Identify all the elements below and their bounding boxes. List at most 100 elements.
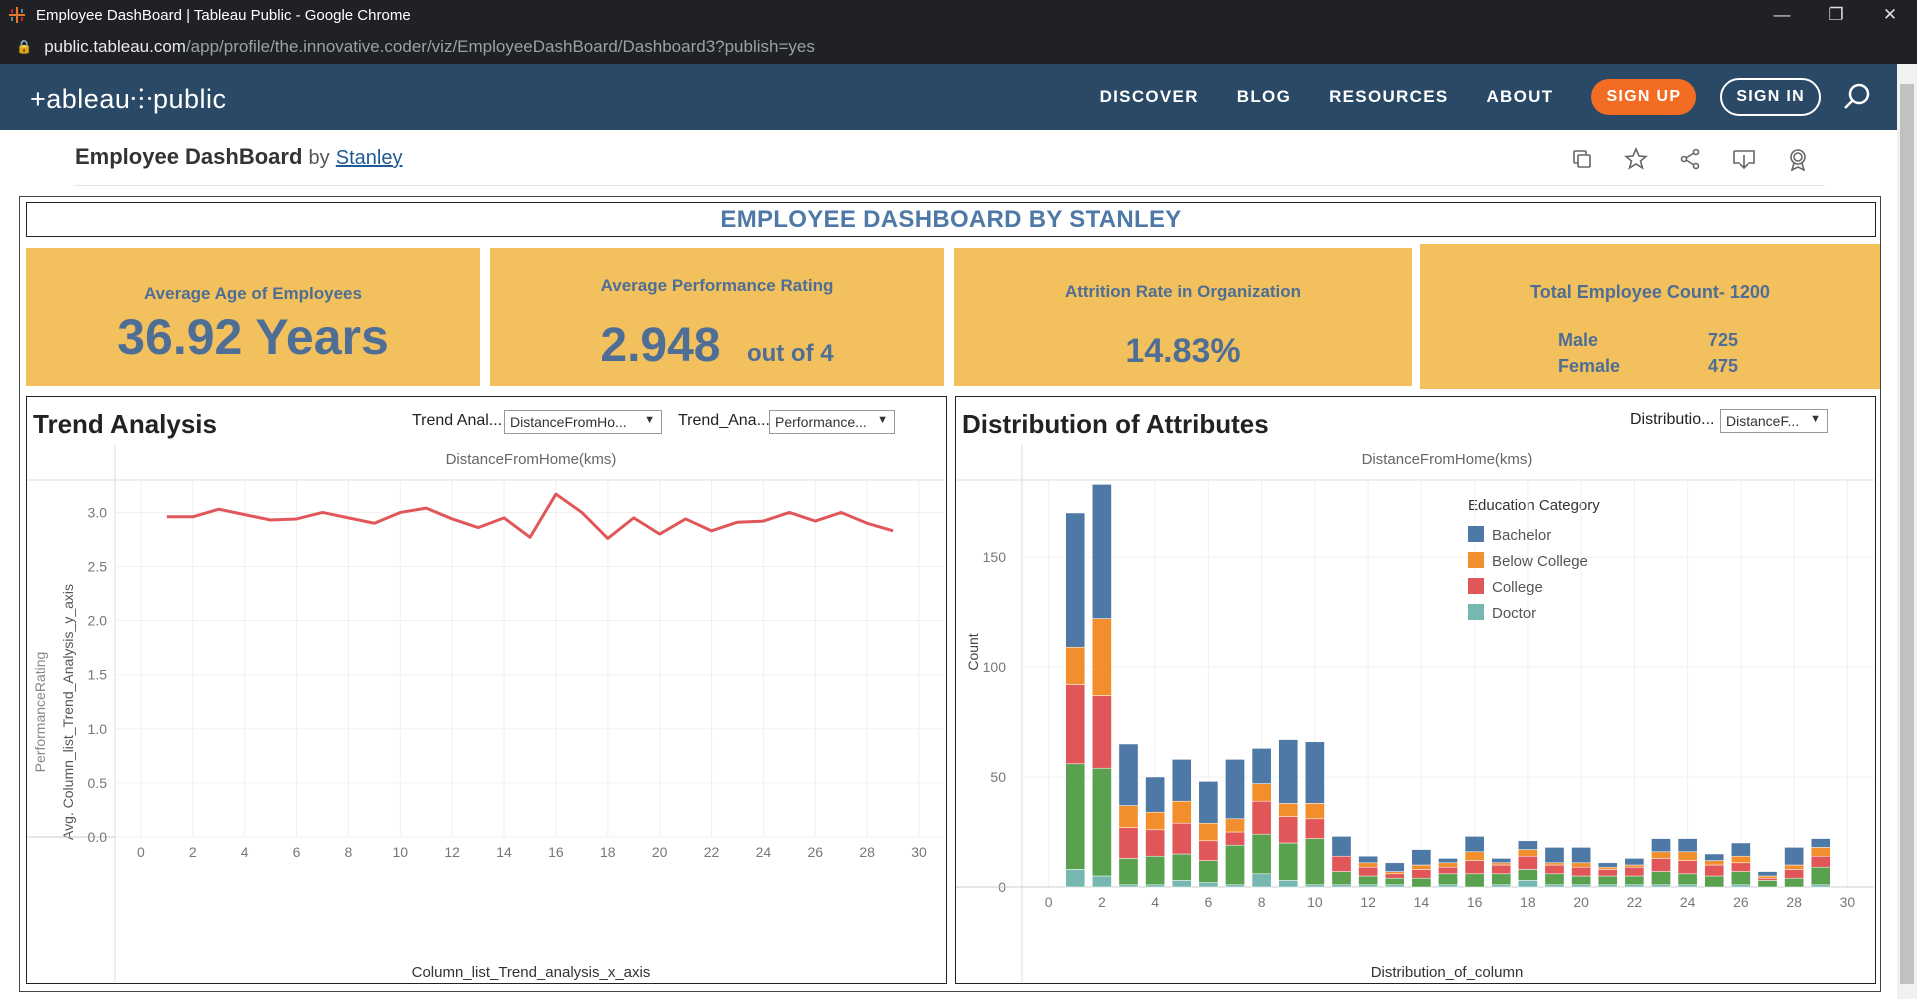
dist-bar-segment (1438, 862, 1458, 868)
dist-bar-segment (1624, 858, 1645, 866)
dist-bar-segment (1331, 884, 1352, 888)
dist-bar-segment (1411, 849, 1432, 866)
dist-legend-label: Bachelor (1492, 527, 1551, 544)
dist-bar-segment (1225, 818, 1245, 833)
trend-x-tick-label: 28 (859, 844, 875, 860)
close-button[interactable]: ✕ (1863, 0, 1917, 30)
kpi-male-value: 725 (1708, 330, 1739, 350)
nav-blog[interactable]: BLOG (1237, 87, 1291, 107)
dist-bar-segment (1544, 862, 1565, 866)
trend-x-tick-label: 4 (241, 844, 249, 860)
dist-bar-segment (1145, 811, 1165, 831)
dist-bar-segment (1384, 877, 1405, 886)
viz-author-link[interactable]: Stanley (336, 147, 403, 169)
kpi-perf-label: Average Performance Rating (600, 276, 834, 295)
trend-y-dropdown[interactable]: Performance... ▼ (769, 410, 895, 434)
nav-about[interactable]: ABOUT (1486, 87, 1553, 107)
address-bar[interactable]: 🔒 public.tableau.com /app/profile/the.in… (0, 30, 1917, 64)
dist-bar-segment (1118, 884, 1139, 888)
viz-title: Employee DashBoard (75, 144, 303, 169)
sign-in-button[interactable]: SIGN IN (1720, 78, 1821, 116)
dist-bar-segment (1331, 836, 1352, 857)
trend-chart-header: DistanceFromHome(kms) (446, 451, 617, 468)
badge-icon[interactable] (1771, 144, 1825, 174)
dist-bar-segment (1518, 880, 1538, 888)
tableau-public-logo[interactable]: +ableau⸭public (30, 79, 227, 116)
dist-bar-segment (1677, 860, 1698, 875)
dist-bar-segment (1198, 822, 1219, 842)
dist-y-axis-label: Count (965, 633, 981, 670)
dist-x-axis-label: Distribution_of_column (1371, 964, 1524, 981)
trend-analysis-panel: Trend Analysis Trend Anal... DistanceFro… (26, 396, 947, 984)
dist-bar-segment (1491, 862, 1512, 866)
dist-bar-segment (1757, 875, 1778, 879)
trend-x-tick-label: 0 (137, 844, 145, 860)
main-nav: DISCOVER BLOG RESOURCES ABOUT SIGN UP SI… (1100, 64, 1897, 130)
kpi-attrition-rate: Attrition Rate in Organization 14.83% (954, 248, 1412, 386)
kpi-total-label: Total Employee Count- 1200 (1530, 282, 1770, 302)
dist-x-tick-label: 2 (1098, 894, 1106, 910)
maximize-button[interactable]: ❐ (1809, 0, 1863, 30)
dist-bar-segment (1384, 871, 1405, 875)
nav-resources[interactable]: RESOURCES (1329, 87, 1448, 107)
trend-x-tick-label: 14 (496, 844, 512, 860)
dist-bar-segment (1704, 875, 1725, 888)
trend-line-chart: DistanceFromHome(kms) PerformanceRating … (27, 445, 945, 982)
dist-bar-segment (1171, 800, 1192, 824)
trend-x-dropdown[interactable]: DistanceFromHo... ▼ (504, 410, 662, 434)
dist-x-tick-label: 12 (1360, 894, 1376, 910)
dist-bar-segment (1784, 869, 1804, 879)
dist-bar-segment (1518, 869, 1538, 881)
kpi-attrition-value: 14.83% (1125, 332, 1241, 370)
dist-bar-segment (1624, 884, 1645, 888)
dist-bar-segment (1624, 875, 1645, 886)
dist-bar-segment (1438, 884, 1458, 888)
trend-y-tick-label: 1.5 (88, 667, 108, 683)
dist-x-tick-label: 16 (1467, 894, 1483, 910)
minimize-button[interactable]: — (1755, 0, 1809, 30)
copy-icon[interactable] (1555, 144, 1609, 174)
dist-bar-segment (1571, 866, 1591, 877)
dist-x-tick-label: 0 (1045, 894, 1053, 910)
dist-legend-swatch (1468, 578, 1484, 594)
dist-bar-segment (1358, 884, 1378, 888)
kpi-attrition-label: Attrition Rate in Organization (1064, 282, 1302, 301)
dist-bar-segment (1118, 743, 1139, 806)
dist-bar-segment (1597, 875, 1618, 886)
download-icon[interactable] (1717, 144, 1771, 174)
kpi-average-age: Average Age of Employees 36.92 Years (26, 248, 480, 386)
share-icon[interactable] (1663, 144, 1717, 174)
dist-bar-segment (1305, 838, 1325, 886)
dist-bar-segment (1491, 864, 1512, 875)
dist-panel-title: Distribution of Attributes (962, 409, 1269, 439)
dist-bar-segment (1571, 862, 1591, 868)
dist-x-tick-label: 8 (1258, 894, 1266, 910)
dist-bar-segment (1784, 847, 1804, 866)
dist-bar-segment (1092, 484, 1112, 619)
viz-toolbar (1555, 144, 1825, 174)
dist-bar-segment (1731, 884, 1751, 888)
dashboard-title: EMPLOYEE DASHBOARD BY STANLEY (26, 202, 1876, 237)
trend-y-tick-label: 2.0 (88, 613, 108, 629)
dist-bar-segment (1704, 853, 1725, 861)
kpi-age-label: Average Age of Employees (144, 284, 362, 303)
trend-y-tick-label: 1.0 (88, 721, 108, 737)
dist-bar-segment (1251, 873, 1272, 888)
kpi-female-value: 475 (1708, 356, 1739, 376)
dist-bar-segment (1757, 871, 1778, 877)
dist-x-tick-label: 4 (1151, 894, 1159, 910)
search-icon[interactable] (1837, 77, 1877, 117)
dist-bar-segment (1251, 748, 1272, 784)
star-icon[interactable] (1609, 144, 1663, 174)
dist-bar-segment (1597, 869, 1618, 877)
page-scrollbar[interactable] (1897, 64, 1917, 999)
sign-up-button[interactable]: SIGN UP (1591, 79, 1697, 115)
nav-discover[interactable]: DISCOVER (1100, 87, 1199, 107)
dist-bar-segment (1464, 851, 1485, 861)
trend-x-tick-label: 30 (911, 844, 927, 860)
trend-x-tick-label: 24 (756, 844, 772, 860)
dist-dropdown[interactable]: DistanceF... ▼ (1720, 409, 1828, 433)
scrollbar-thumb[interactable] (1900, 84, 1914, 984)
dist-bar-segment (1784, 864, 1804, 870)
dist-bar-segment (1145, 884, 1165, 888)
